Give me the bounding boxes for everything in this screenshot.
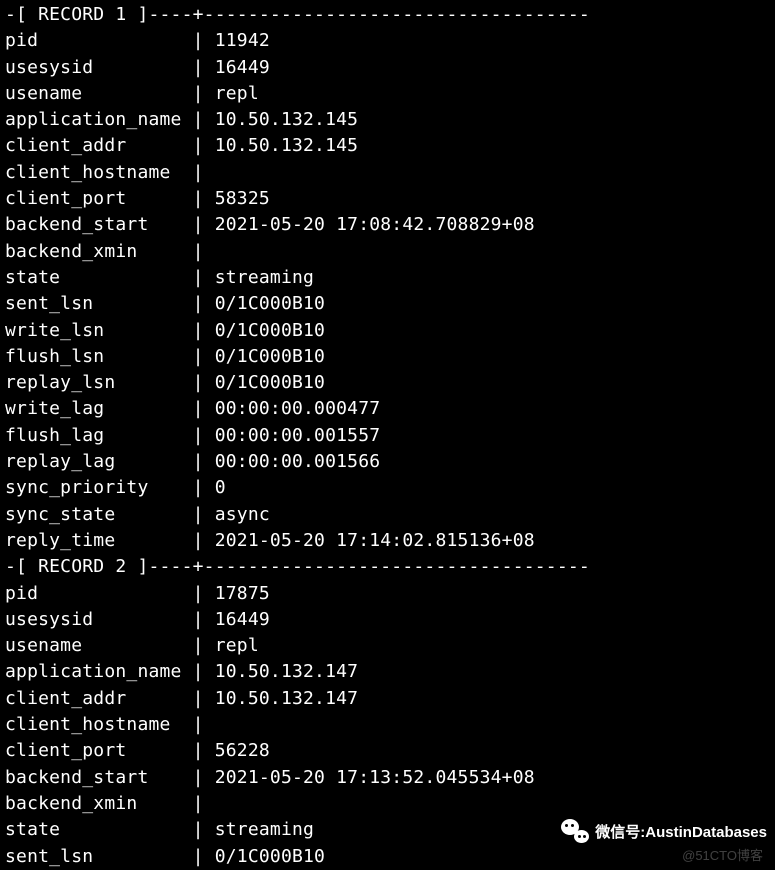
row-key: application_name	[5, 109, 193, 130]
table-row: client_hostname |	[5, 160, 770, 186]
table-row: backend_xmin |	[5, 791, 770, 817]
row-value: 11942	[215, 30, 270, 51]
row-value: 2021-05-20 17:08:42.708829+08	[215, 214, 535, 235]
row-value: 10.50.132.145	[215, 109, 358, 130]
table-row: usename | repl	[5, 633, 770, 659]
row-key: flush_lsn	[5, 346, 193, 367]
row-value: 0/1C000B10	[215, 346, 325, 367]
wechat-badge: 微信号:AustinDatabases	[561, 819, 767, 843]
table-row: usename | repl	[5, 81, 770, 107]
row-key: sync_state	[5, 504, 193, 525]
row-value: 10.50.132.145	[215, 135, 358, 156]
row-key: pid	[5, 583, 193, 604]
row-value: 10.50.132.147	[215, 688, 358, 709]
row-value: 58325	[215, 188, 270, 209]
row-value: 0/1C000B10	[215, 293, 325, 314]
table-row: pid | 17875	[5, 581, 770, 607]
row-key: state	[5, 267, 193, 288]
table-row: write_lag | 00:00:00.000477	[5, 396, 770, 422]
table-row: backend_start | 2021-05-20 17:08:42.7088…	[5, 212, 770, 238]
table-row: write_lsn | 0/1C000B10	[5, 318, 770, 344]
row-value: 2021-05-20 17:13:52.045534+08	[215, 767, 535, 788]
row-value: 10.50.132.147	[215, 661, 358, 682]
row-key: usename	[5, 83, 193, 104]
row-value: repl	[215, 83, 259, 104]
row-key: write_lag	[5, 398, 193, 419]
table-row: client_port | 58325	[5, 186, 770, 212]
table-row: state | streaming	[5, 265, 770, 291]
table-row: replay_lsn | 0/1C000B10	[5, 370, 770, 396]
table-row: flush_lag | 00:00:00.001557	[5, 423, 770, 449]
footer-overlay: 微信号:AustinDatabases @51CTO博客	[561, 819, 767, 864]
row-value: 0/1C000B10	[215, 846, 325, 867]
row-key: sent_lsn	[5, 846, 193, 867]
table-row: pid | 11942	[5, 28, 770, 54]
table-row: reply_time | 2021-05-20 17:14:02.815136+…	[5, 528, 770, 554]
row-key: client_hostname	[5, 162, 193, 183]
row-value: repl	[215, 635, 259, 656]
row-value: 0	[215, 477, 226, 498]
table-row: flush_lsn | 0/1C000B10	[5, 344, 770, 370]
row-key: pid	[5, 30, 193, 51]
row-key: backend_start	[5, 767, 193, 788]
table-row: usesysid | 16449	[5, 55, 770, 81]
row-key: application_name	[5, 661, 193, 682]
row-key: client_port	[5, 740, 193, 761]
row-key: usesysid	[5, 609, 193, 630]
table-row: client_port | 56228	[5, 738, 770, 764]
row-value: 00:00:00.000477	[215, 398, 381, 419]
row-value: 00:00:00.001566	[215, 451, 381, 472]
row-key: backend_xmin	[5, 793, 193, 814]
row-key: write_lsn	[5, 320, 193, 341]
row-key: client_addr	[5, 135, 193, 156]
row-key: backend_xmin	[5, 241, 193, 262]
table-row: sync_priority | 0	[5, 475, 770, 501]
row-key: client_addr	[5, 688, 193, 709]
wechat-label: 微信号:AustinDatabases	[595, 821, 767, 842]
row-key: backend_start	[5, 214, 193, 235]
wechat-icon	[561, 819, 589, 843]
row-key: usename	[5, 635, 193, 656]
row-value: 16449	[215, 57, 270, 78]
row-key: sync_priority	[5, 477, 193, 498]
row-key: reply_time	[5, 530, 193, 551]
row-key: sent_lsn	[5, 293, 193, 314]
row-value: streaming	[215, 267, 314, 288]
row-value: 56228	[215, 740, 270, 761]
terminal-output: -[ RECORD 1 ]----+----------------------…	[0, 0, 775, 870]
row-key: state	[5, 819, 193, 840]
row-key: client_port	[5, 188, 193, 209]
table-row: sync_state | async	[5, 502, 770, 528]
row-key: usesysid	[5, 57, 193, 78]
table-row: client_hostname |	[5, 712, 770, 738]
row-key: client_hostname	[5, 714, 193, 735]
row-value: 17875	[215, 583, 270, 604]
table-row: client_addr | 10.50.132.147	[5, 686, 770, 712]
row-key: flush_lag	[5, 425, 193, 446]
row-value: 2021-05-20 17:14:02.815136+08	[215, 530, 535, 551]
table-row: application_name | 10.50.132.145	[5, 107, 770, 133]
table-row: client_addr | 10.50.132.145	[5, 133, 770, 159]
table-row: application_name | 10.50.132.147	[5, 659, 770, 685]
record-header: -[ RECORD 1 ]----+----------------------…	[5, 2, 770, 28]
row-value: 16449	[215, 609, 270, 630]
table-row: sent_lsn | 0/1C000B10	[5, 291, 770, 317]
row-key: replay_lag	[5, 451, 193, 472]
row-key: replay_lsn	[5, 372, 193, 393]
table-row: replay_lag | 00:00:00.001566	[5, 449, 770, 475]
table-row: backend_xmin |	[5, 239, 770, 265]
row-value: 0/1C000B10	[215, 320, 325, 341]
row-value: 0/1C000B10	[215, 372, 325, 393]
record-header: -[ RECORD 2 ]----+----------------------…	[5, 554, 770, 580]
watermark-text: @51CTO博客	[682, 845, 763, 864]
row-value: streaming	[215, 819, 314, 840]
table-row: backend_start | 2021-05-20 17:13:52.0455…	[5, 765, 770, 791]
table-row: usesysid | 16449	[5, 607, 770, 633]
row-value: async	[215, 504, 270, 525]
row-value: 00:00:00.001557	[215, 425, 381, 446]
